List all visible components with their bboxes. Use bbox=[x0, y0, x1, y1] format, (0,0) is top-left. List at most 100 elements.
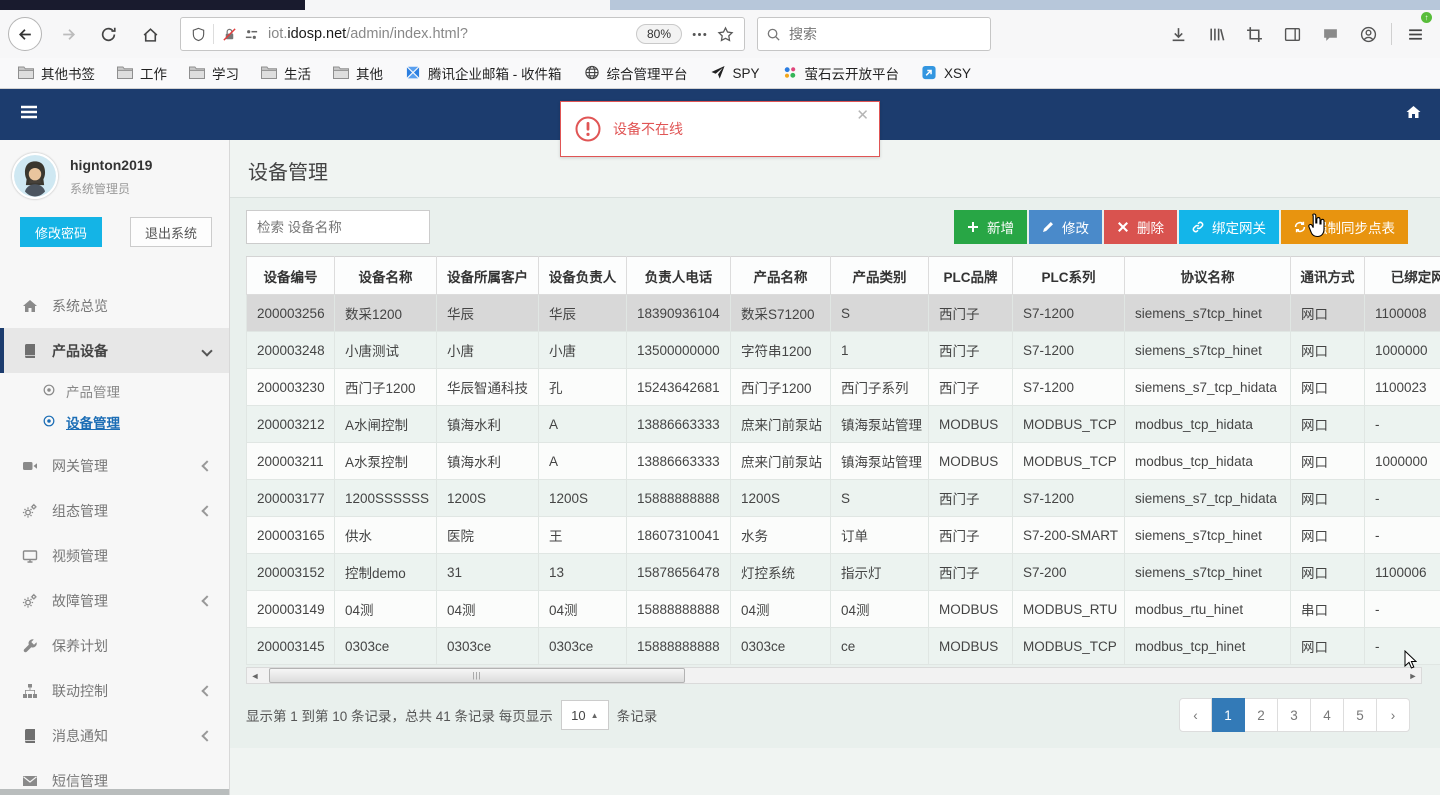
action-button-删除[interactable]: 删除 bbox=[1104, 210, 1177, 244]
sidebar-item-联动控制[interactable]: 联动控制 bbox=[0, 668, 229, 713]
avatar[interactable] bbox=[12, 153, 58, 199]
action-button-强制同步点表[interactable]: 强制同步点表 bbox=[1281, 210, 1408, 244]
table-row[interactable]: 200003145 0303ce 0303ce 0303ce 15888888888 03… bbox=[246, 627, 1440, 665]
circle-dot-icon bbox=[42, 414, 57, 429]
page-button-4[interactable]: 4 bbox=[1311, 698, 1344, 732]
table-cell: 西门子 bbox=[928, 331, 1013, 369]
browser-search-input[interactable] bbox=[789, 26, 959, 42]
column-header[interactable]: 设备名称 bbox=[334, 256, 437, 295]
shield-icon[interactable] bbox=[187, 27, 209, 42]
home-button[interactable] bbox=[134, 18, 166, 50]
table-row[interactable]: 200003248 小唐测试 小唐 小唐 13500000000 字符串1200 1 西门子 S… bbox=[246, 331, 1440, 369]
pocket-bubble-icon[interactable] bbox=[1311, 18, 1349, 50]
action-button-新增[interactable]: 新增 bbox=[954, 210, 1027, 244]
summary-suffix: 条记录 bbox=[616, 709, 658, 724]
column-header[interactable]: PLC系列 bbox=[1012, 256, 1125, 295]
bookmark-item[interactable]: 其他书签 bbox=[18, 63, 95, 83]
logout-button[interactable]: 退出系统 bbox=[130, 217, 212, 247]
forward-button[interactable] bbox=[52, 18, 84, 50]
sidebar-item-label: 消息通知 bbox=[52, 727, 108, 744]
horizontal-scrollbar[interactable]: ◄ ► ||| bbox=[246, 667, 1422, 684]
column-header[interactable]: 设备所属客户 bbox=[436, 256, 539, 295]
library-icon[interactable] bbox=[1197, 18, 1235, 50]
bookmark-item[interactable]: 生活 bbox=[261, 63, 311, 83]
bookmark-item[interactable]: 萤石云开放平台 bbox=[782, 63, 899, 83]
active-tab-segment[interactable] bbox=[305, 0, 610, 10]
page-button-3[interactable]: 3 bbox=[1278, 698, 1311, 732]
table-row[interactable]: 200003230 西门子1200 华辰智通科技孔 15243642681 西门子120… bbox=[246, 368, 1440, 406]
column-header[interactable]: 产品类别 bbox=[830, 256, 929, 295]
page-size-dropdown[interactable]: 10 ▲ bbox=[560, 700, 609, 730]
sidebar-item-系统总览[interactable]: 系统总览 bbox=[0, 283, 229, 328]
table-row[interactable]: 200003212 A水闸控制 镇海水利 A 13886663333 庶来门前泵站 镇海泵站… bbox=[246, 405, 1440, 443]
page-actions-icon[interactable] bbox=[686, 18, 712, 50]
permissions-icon[interactable] bbox=[240, 27, 262, 42]
link-icon bbox=[1192, 221, 1205, 233]
back-button[interactable] bbox=[8, 17, 42, 51]
app-home-icon[interactable] bbox=[1405, 104, 1422, 125]
column-header[interactable]: 协议名称 bbox=[1124, 256, 1291, 295]
column-header[interactable]: 设备负责人 bbox=[538, 256, 627, 295]
screenshot-icon[interactable] bbox=[1235, 18, 1273, 50]
bookmark-item[interactable]: 其他 bbox=[333, 63, 383, 83]
sidebar-item-label: 组态管理 bbox=[52, 502, 108, 519]
table-row[interactable]: 200003177 1200SSSSSS 1200S 1200S 15888888888… bbox=[246, 479, 1440, 517]
bookmark-item[interactable]: 工作 bbox=[117, 63, 167, 83]
sidebar-collapse-icon[interactable] bbox=[20, 104, 38, 125]
column-header[interactable]: 通讯方式 bbox=[1290, 256, 1365, 295]
device-search-input[interactable] bbox=[246, 210, 430, 244]
scrollbar-thumb[interactable]: ||| bbox=[269, 668, 685, 683]
column-header[interactable]: 已绑定网关 bbox=[1364, 256, 1440, 295]
table-cell: siemens_s7tcp_hinet bbox=[1124, 553, 1291, 591]
sidebar-item-保养计划[interactable]: 保养计划 bbox=[0, 623, 229, 668]
sidebar-item-产品设备[interactable]: 产品设备 bbox=[0, 328, 229, 373]
page-button-2[interactable]: 2 bbox=[1245, 698, 1278, 732]
scroll-right-arrow[interactable]: ► bbox=[1405, 668, 1421, 683]
menu-hamburger-icon[interactable]: ↑ bbox=[1396, 12, 1434, 50]
browser-search-box[interactable] bbox=[757, 17, 991, 51]
bookmark-item[interactable]: 腾讯企业邮箱 - 收件箱 bbox=[405, 63, 562, 83]
download-icon[interactable] bbox=[1159, 18, 1197, 50]
reload-button[interactable] bbox=[92, 18, 124, 50]
sidebar-subitem-设备管理[interactable]: 设备管理 bbox=[0, 406, 229, 437]
column-header[interactable]: 设备编号 bbox=[246, 256, 335, 295]
page-button-1[interactable]: 1 bbox=[1212, 698, 1245, 732]
column-header[interactable]: 负责人电话 bbox=[626, 256, 731, 295]
table-row[interactable]: 200003256 数采1200 华辰 华辰 18390936104 数采S71200 S 西… bbox=[246, 294, 1440, 332]
table-cell: 200003149 bbox=[246, 590, 335, 628]
sidebar-item-视频管理[interactable]: 视频管理 bbox=[0, 533, 229, 578]
sidebar-toggle-icon[interactable] bbox=[1273, 18, 1311, 50]
insecure-lock-icon[interactable] bbox=[218, 27, 240, 42]
column-header[interactable]: 产品名称 bbox=[730, 256, 831, 295]
sidebar-item-故障管理[interactable]: 故障管理 bbox=[0, 578, 229, 623]
bookmark-star-icon[interactable] bbox=[712, 18, 738, 50]
sidebar-item-网关管理[interactable]: 网关管理 bbox=[0, 443, 229, 488]
book-icon bbox=[22, 343, 40, 359]
table-row[interactable]: 200003165 供水 医院王 18607310041 水务 订单 西门子 S7-200-S… bbox=[246, 516, 1440, 554]
change-password-button[interactable]: 修改密码 bbox=[20, 217, 102, 247]
sidebar-subitem-产品管理[interactable]: 产品管理 bbox=[0, 375, 229, 406]
zoom-level-badge[interactable]: 80% bbox=[635, 24, 682, 44]
prev-page-button[interactable]: ‹ bbox=[1179, 698, 1212, 732]
url-bar[interactable]: iot.idosp.net/admin/index.html? 80% bbox=[180, 17, 745, 51]
page-button-5[interactable]: 5 bbox=[1344, 698, 1377, 732]
action-button-绑定网关[interactable]: 绑定网关 bbox=[1179, 210, 1279, 244]
column-header[interactable]: PLC品牌 bbox=[928, 256, 1013, 295]
action-button-修改[interactable]: 修改 bbox=[1029, 210, 1102, 244]
sidebar-item-组态管理[interactable]: 组态管理 bbox=[0, 488, 229, 533]
table-row[interactable]: 200003149 04测 04测 04测 15888888888 04测 04测 MODBU… bbox=[246, 590, 1440, 628]
table-cell: 网口 bbox=[1290, 479, 1365, 517]
alert-close-icon[interactable]: ✕ bbox=[856, 106, 869, 124]
table-cell: 15243642681 bbox=[626, 368, 731, 406]
next-page-button[interactable]: › bbox=[1377, 698, 1410, 732]
bookmark-item[interactable]: XSY bbox=[921, 65, 971, 81]
scroll-left-arrow[interactable]: ◄ bbox=[247, 668, 263, 683]
table-row[interactable]: 200003211 A水泵控制 镇海水利 A 13886663333 庶来门前泵站 镇海泵站… bbox=[246, 442, 1440, 480]
bookmark-item[interactable]: 综合管理平台 bbox=[584, 63, 688, 83]
sidebar-item-消息通知[interactable]: 消息通知 bbox=[0, 713, 229, 758]
url-text[interactable]: iot.idosp.net/admin/index.html? bbox=[268, 26, 636, 42]
bookmark-item[interactable]: 学习 bbox=[189, 63, 239, 83]
account-icon[interactable] bbox=[1349, 18, 1387, 50]
table-row[interactable]: 200003152 控制demo 31 13 15878656478 灯控系统 指示灯 西门子… bbox=[246, 553, 1440, 591]
bookmark-item[interactable]: SPY bbox=[710, 65, 760, 81]
